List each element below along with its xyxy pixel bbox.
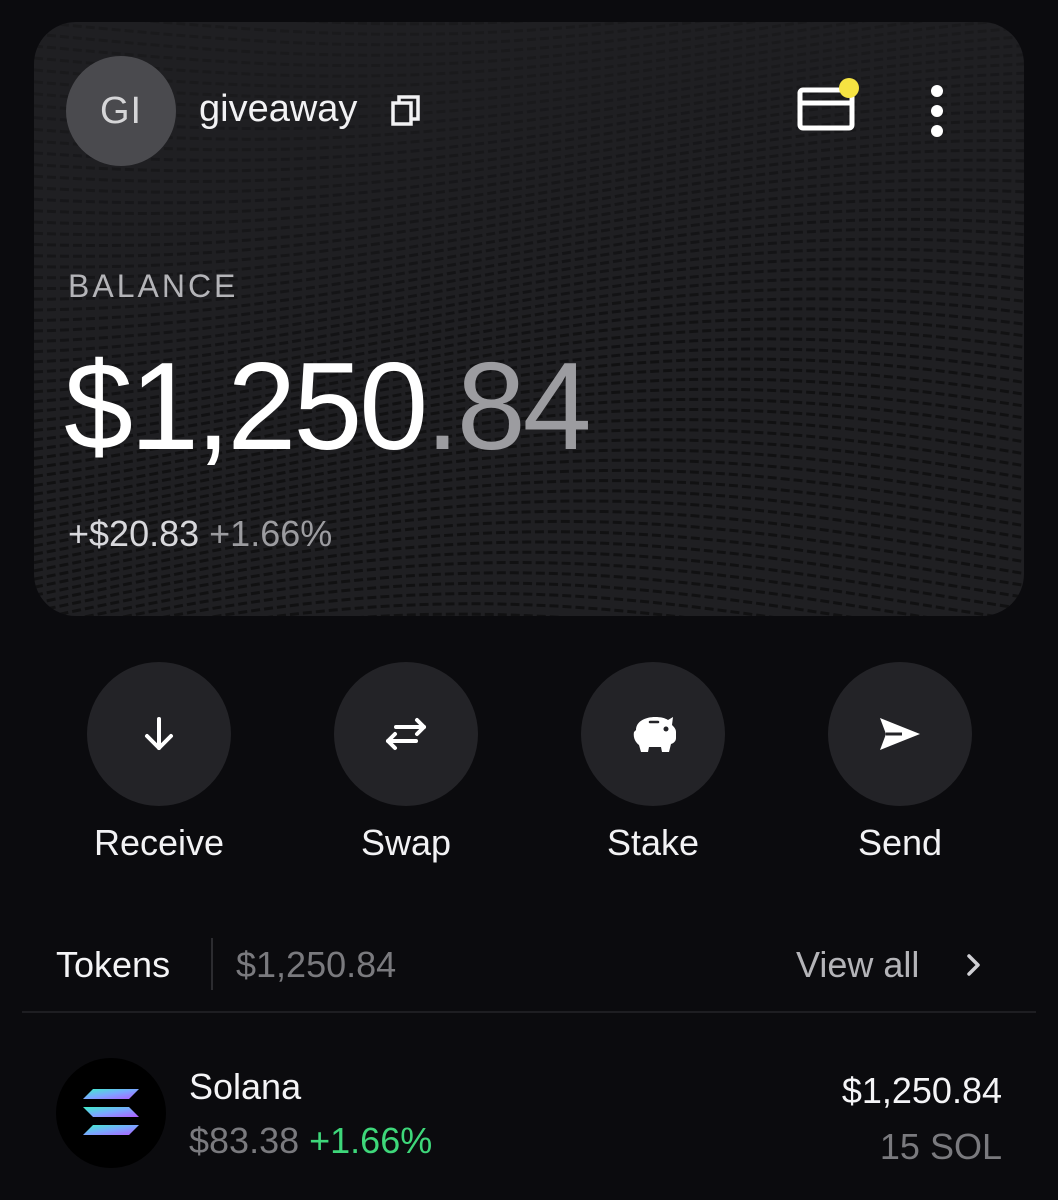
notification-dot [839, 78, 859, 98]
piggy-bank-icon [633, 717, 676, 752]
token-price: $83.38 [189, 1120, 300, 1161]
avatar[interactable]: GI [66, 56, 176, 166]
receive-label: Receive [93, 822, 225, 863]
view-all-link[interactable]: View all [796, 944, 919, 986]
wallet-name[interactable]: giveaway [199, 88, 357, 131]
wave-line [34, 109, 1024, 205]
solana-logo-icon [56, 1058, 166, 1168]
section-divider [22, 1011, 1036, 1013]
send-circle[interactable] [828, 662, 972, 806]
swap-label: Swap [360, 822, 452, 863]
tokens-title: Tokens [56, 944, 171, 985]
copy-icon[interactable] [390, 94, 422, 128]
send-button[interactable]: Send [828, 662, 972, 864]
token-value: $1,250.84 [841, 1070, 1002, 1111]
more-options-icon[interactable] [922, 84, 952, 138]
balance-whole: $1,250 [64, 338, 428, 476]
swap-arrows-icon [386, 718, 426, 750]
swap-button[interactable]: Swap [334, 662, 478, 864]
receive-button[interactable]: Receive [87, 662, 231, 864]
token-change-percent: +1.66% [309, 1120, 433, 1161]
balance-amount: $1,250.84 [64, 342, 592, 472]
balance-change: +$20.83 +1.66% [68, 513, 332, 555]
swap-circle[interactable] [334, 662, 478, 806]
tokens-total: $1,250.84 [236, 944, 397, 985]
token-name: Solana [189, 1066, 302, 1107]
token-amount: 15 SOL [879, 1126, 1002, 1167]
credit-card-icon[interactable] [797, 76, 863, 136]
balance-card: GI giveaway BALANCE $1,250.84 +$20.83 +1… [34, 22, 1024, 616]
balance-cents: .84 [425, 338, 591, 476]
divider [211, 938, 213, 990]
balance-label: BALANCE [68, 268, 239, 304]
wave-line [34, 22, 706, 47]
token-row-solana[interactable]: Solana $83.38 +1.66% $1,250.84 15 SOL [56, 1058, 1006, 1188]
token-price-change: $83.38 +1.66% [189, 1120, 432, 1162]
chevron-right-icon[interactable] [963, 950, 985, 980]
arrow-down-icon [145, 717, 173, 750]
send-label: Send [857, 822, 943, 863]
balance-change-percent: +1.66% [209, 513, 333, 554]
tokens-header: Tokens $1,250.84 View all [56, 938, 996, 994]
send-icon [880, 718, 920, 750]
stake-label: Stake [606, 822, 700, 863]
balance-change-amount: +$20.83 [68, 513, 200, 554]
stake-circle[interactable] [581, 662, 725, 806]
receive-circle[interactable] [87, 662, 231, 806]
stake-button[interactable]: Stake [581, 662, 725, 864]
